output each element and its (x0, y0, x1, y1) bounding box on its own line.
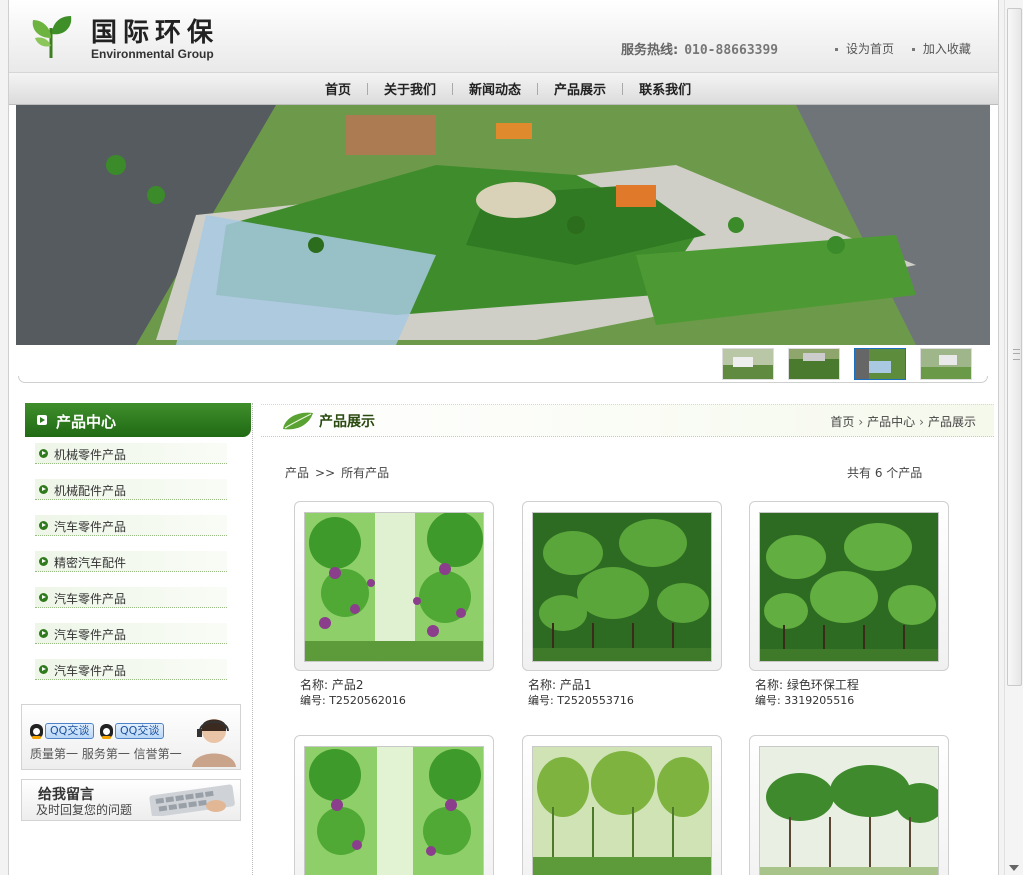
arrow-bullet-icon (39, 665, 48, 674)
list-path-root[interactable]: 产品 (285, 466, 309, 480)
top-links: 设为首页 加入收藏 (835, 40, 985, 57)
sidebar-header: 产品中心 (25, 403, 251, 437)
sidebar-item-label[interactable]: 机械配件产品 (54, 482, 126, 499)
nav-news[interactable]: 新闻动态 (453, 79, 537, 98)
product-card[interactable]: 名称: 产品1 编号: T2520553716 (522, 501, 722, 709)
sidebar: 产品中心 机械零件产品 机械配件产品 汽车零件产品 精密汽车配件 汽车零件产品 … (25, 403, 251, 689)
bullet-icon (835, 48, 838, 51)
sidebar-item[interactable]: 精密汽车配件 (25, 545, 251, 581)
set-homepage-link[interactable]: 设为首页 (846, 42, 894, 56)
qq-penguin-icon (30, 724, 43, 739)
product-image[interactable] (759, 512, 939, 662)
arrow-bullet-icon (39, 449, 48, 458)
product-code: 编号: T2520553716 (528, 694, 634, 707)
sidebar-item-label[interactable]: 精密汽车配件 (54, 554, 126, 571)
product-name[interactable]: 名称: 绿色环保工程 (755, 677, 949, 693)
arrow-bullet-icon (39, 521, 48, 530)
product-image[interactable] (304, 512, 484, 662)
sidebar-item-label[interactable]: 汽车零件产品 (54, 662, 126, 679)
list-path: 产品 >> 所有产品 (285, 464, 389, 481)
sidebar-item-label[interactable]: 汽车零件产品 (54, 518, 126, 535)
product-code: 编号: 3319205516 (755, 694, 855, 707)
sidebar-item[interactable]: 汽车零件产品 (25, 653, 251, 689)
content-header: 产品展示 首页 › 产品中心 › 产品展示 (261, 404, 994, 437)
nav-products[interactable]: 产品展示 (538, 79, 622, 98)
breadcrumb: 首页 › 产品中心 › 产品展示 (830, 413, 976, 430)
qq-chat-label: QQ交谈 (45, 723, 95, 739)
list-path-current[interactable]: 所有产品 (341, 466, 389, 480)
breadcrumb-current: 产品展示 (927, 415, 976, 429)
scrollbar-grip-icon (1013, 349, 1020, 360)
service-slogan: 质量第一 服务第一 信誉第一 (30, 747, 182, 761)
product-code: 编号: T2520562016 (300, 694, 406, 707)
nav-about[interactable]: 关于我们 (368, 79, 452, 98)
logo-title: 国际环保 (91, 18, 220, 48)
sidebar-title: 产品中心 (56, 413, 117, 431)
sidebar-item[interactable]: 机械配件产品 (25, 473, 251, 509)
sidebar-item-label[interactable]: 汽车零件产品 (54, 590, 126, 607)
hotline-number: 010-88663399 (684, 43, 779, 58)
scroll-down-arrow-icon[interactable] (1009, 865, 1019, 871)
sidebar-item[interactable]: 汽车零件产品 (25, 581, 251, 617)
product-card[interactable] (294, 735, 494, 875)
banner-divider (18, 376, 988, 383)
column-divider (252, 403, 253, 875)
sidebar-item[interactable]: 汽车零件产品 (25, 617, 251, 653)
main-nav: 首页 关于我们 新闻动态 产品展示 联系我们 (9, 73, 998, 105)
chevron-right-icon: › (919, 415, 924, 429)
product-image[interactable] (532, 746, 712, 875)
product-card[interactable] (749, 735, 949, 875)
page: 国际环保 Environmental Group 服务热线: 010-886633… (8, 0, 999, 875)
product-image[interactable] (532, 512, 712, 662)
nav-home[interactable]: 首页 (309, 79, 367, 98)
keyboard-icon (149, 784, 235, 816)
hotline: 服务热线: 010-88663399 (621, 39, 778, 58)
vertical-scrollbar[interactable] (1004, 0, 1023, 875)
content-title: 产品展示 (319, 414, 375, 430)
breadcrumb-home[interactable]: 首页 (830, 415, 854, 429)
qq-chat-label: QQ交谈 (115, 723, 165, 739)
scrollbar-thumb[interactable] (1007, 8, 1022, 686)
bullet-icon (911, 48, 915, 51)
chevron-right-icon: › (858, 415, 864, 429)
nav-contact[interactable]: 联系我们 (623, 79, 707, 98)
qq-contact-box: QQ交谈 QQ交谈 质量第一 服务第一 信誉第一 (21, 704, 241, 770)
sidebar-item[interactable]: 汽车零件产品 (25, 509, 251, 545)
product-image[interactable] (759, 746, 939, 875)
sidebar-item-label[interactable]: 机械零件产品 (54, 446, 126, 463)
product-card[interactable]: 名称: 绿色环保工程 编号: 3319205516 (749, 501, 949, 709)
sidebar-list: 机械零件产品 机械配件产品 汽车零件产品 精密汽车配件 汽车零件产品 汽车零件产… (25, 437, 251, 689)
sidebar-item[interactable]: 机械零件产品 (25, 437, 251, 473)
arrow-bullet-icon (39, 629, 48, 638)
add-favorite-link[interactable]: 加入收藏 (923, 42, 971, 56)
message-subtitle: 及时回复您的问题 (36, 803, 133, 817)
hotline-label: 服务热线: (621, 43, 679, 58)
logo-subtitle: Environmental Group (91, 47, 214, 61)
arrow-bullet-icon (39, 485, 48, 494)
green-leaf-icon (283, 412, 313, 430)
sidebar-item-label[interactable]: 汽车零件产品 (54, 626, 126, 643)
product-name[interactable]: 名称: 产品1 (528, 677, 722, 693)
arrow-square-icon (37, 415, 47, 425)
customer-service-icon (192, 719, 236, 767)
banner-image[interactable] (16, 105, 990, 345)
leaf-logo-icon[interactable] (29, 12, 75, 60)
product-count: 共有 6 个产品 (847, 466, 923, 480)
qq-chat-button[interactable]: QQ交谈 (100, 723, 165, 739)
qq-penguin-icon (100, 724, 113, 739)
qq-chat-button[interactable]: QQ交谈 (30, 723, 95, 739)
product-card[interactable]: 名称: 产品2 编号: T2520562016 (294, 501, 494, 709)
product-card[interactable] (522, 735, 722, 875)
breadcrumb-product-center[interactable]: 产品中心 (867, 415, 915, 429)
site-header: 国际环保 Environmental Group 服务热线: 010-886633… (9, 0, 998, 73)
arrow-bullet-icon (39, 593, 48, 602)
arrow-bullet-icon (39, 557, 48, 566)
list-path-separator: >> (315, 466, 336, 480)
product-image[interactable] (304, 746, 484, 875)
message-box[interactable]: 给我留言 及时回复您的问题 (21, 779, 241, 821)
product-name[interactable]: 名称: 产品2 (300, 677, 494, 693)
